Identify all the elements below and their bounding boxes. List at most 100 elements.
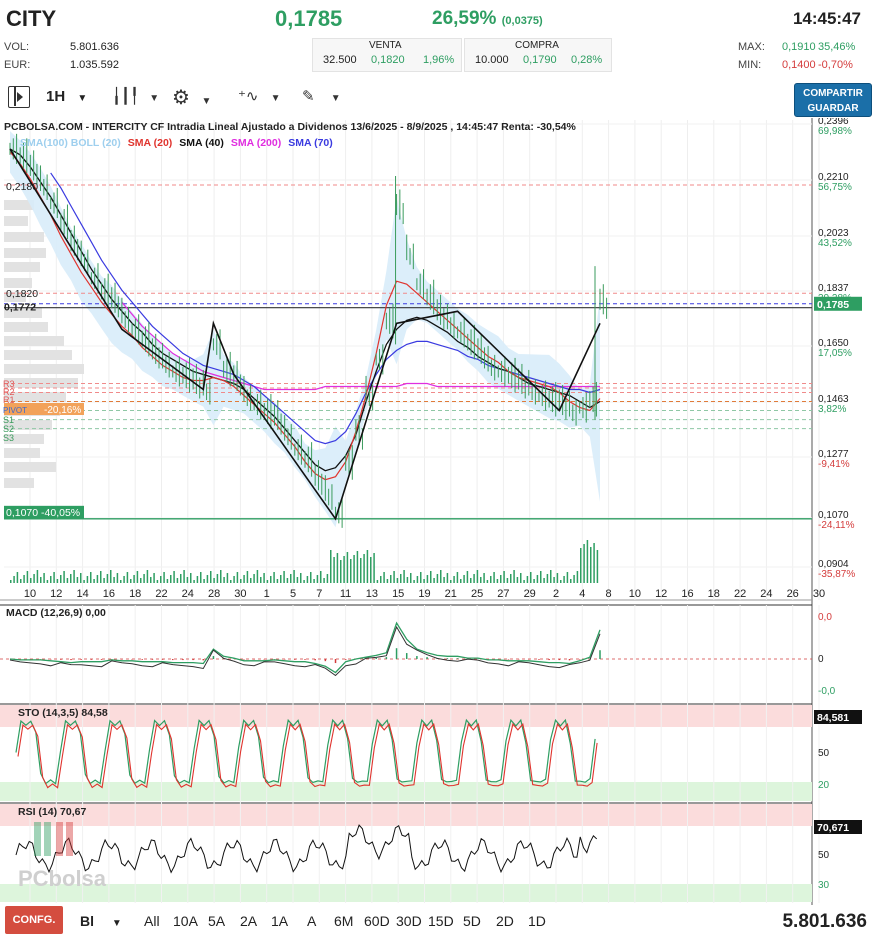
period-button-2d[interactable]: 2D <box>496 913 514 929</box>
period-button-60d[interactable]: 60D <box>364 913 390 929</box>
volume-bar <box>560 580 562 583</box>
pct-tick-label: 43,52% <box>818 238 852 249</box>
rsi-oversold-zone <box>0 884 812 902</box>
volume-bar <box>286 578 289 583</box>
volume-bar <box>143 574 145 583</box>
volume-bar <box>10 580 12 583</box>
period-button-5a[interactable]: 5A <box>208 913 225 929</box>
volume-bar <box>60 575 62 583</box>
volume-bar <box>170 575 172 583</box>
volume-bar <box>233 576 235 583</box>
legend-item: SMA (40) <box>179 137 224 149</box>
chart-title: PCBOLSA.COM - INTERCITY CF Intradia Line… <box>4 121 576 133</box>
chart-type-button[interactable]: ╽┃╿ ▼ <box>112 87 159 105</box>
period-button-2a[interactable]: 2A <box>240 913 257 929</box>
volume-bar <box>260 577 262 583</box>
volume-bar <box>396 578 399 583</box>
period-button-10a[interactable]: 10A <box>173 913 198 929</box>
x-tick-label: 10 <box>629 588 641 600</box>
pivot-label: PIVOT <box>3 406 27 415</box>
volume-profile-bar <box>4 232 44 242</box>
indicators-button[interactable]: ⁺∿ ▼ <box>238 87 281 105</box>
level-label: 0,1820 <box>6 288 38 300</box>
volume-bar <box>33 574 35 583</box>
volume-profile-bar <box>4 462 56 472</box>
volume-bar <box>480 577 482 583</box>
period-button-30d[interactable]: 30D <box>396 913 422 929</box>
volume-bar <box>226 573 229 583</box>
volume-bar <box>126 572 129 583</box>
period-button-a[interactable]: A <box>307 913 316 929</box>
volume-bar <box>583 544 585 583</box>
volume-bar <box>153 573 155 583</box>
volume-bar <box>400 574 402 583</box>
sell-label: VENTA <box>369 40 402 51</box>
volume-bar <box>546 574 549 583</box>
volume-bar <box>86 576 89 583</box>
volume-bar <box>230 580 232 583</box>
volume-bar <box>473 574 475 583</box>
period-button-all[interactable]: All <box>144 913 160 929</box>
volume-bar <box>160 576 162 583</box>
eur-label: EUR: <box>4 59 31 71</box>
volume-bar <box>43 573 45 583</box>
volume-bar <box>346 552 349 583</box>
interval-select[interactable]: 1H ▼ <box>46 88 87 105</box>
volume-bar <box>436 574 439 583</box>
volume-bar <box>563 576 565 583</box>
volume-bar <box>273 572 275 583</box>
max-label: MAX: <box>738 41 765 53</box>
volume-bar <box>393 571 395 583</box>
volume-profile-bar <box>4 322 48 332</box>
volume-bar <box>250 578 252 583</box>
period-button-6m[interactable]: 6M <box>334 913 353 929</box>
sell-qty: 32.500 <box>323 54 357 66</box>
period-button-1a[interactable]: 1A <box>271 913 288 929</box>
scale-select[interactable]: Bl ▼ <box>80 913 122 929</box>
volume-bar <box>276 579 279 583</box>
candles-icon: ╽┃╿ <box>112 88 140 105</box>
volume-bar <box>566 572 569 583</box>
x-tick-label: 11 <box>340 588 351 600</box>
volume-bar <box>26 571 29 583</box>
volume-bar <box>206 575 209 583</box>
buy-box: COMPRA 10.000 0,1790 0,28% <box>464 38 612 72</box>
min-pct: -0,70% <box>818 59 853 71</box>
config-button[interactable]: CONFG. <box>5 906 63 934</box>
eur-value: 1.035.592 <box>70 59 119 71</box>
period-button-1d[interactable]: 1D <box>528 913 546 929</box>
macd-axis-label: -0,0 <box>818 686 836 697</box>
volume-bar <box>536 575 539 583</box>
volume-bar <box>20 579 22 583</box>
volume-bar <box>256 570 259 583</box>
volume-bar <box>196 576 199 583</box>
x-tick-label: 22 <box>155 588 167 600</box>
sell-price: 0,1820 <box>371 54 405 66</box>
pencil-icon: ✎ <box>302 88 315 105</box>
volume-bar <box>423 579 425 583</box>
sidebar-toggle-icon[interactable] <box>8 86 30 108</box>
volume-bar <box>490 576 492 583</box>
volume-bar <box>523 580 525 583</box>
volume-bar <box>63 571 65 583</box>
buy-qty: 10.000 <box>475 54 509 66</box>
volume-bar <box>460 579 462 583</box>
share-save-button[interactable]: COMPARTIR GUARDAR <box>794 83 872 117</box>
volume-bar <box>466 571 469 583</box>
chart-area[interactable]: 10 12 14 16 18 22 24 28 30 1 5 7 11 13 15 19 21 25 27 29 2 4 8… <box>0 118 879 905</box>
settings-button[interactable]: ⚙ ▼ <box>172 85 211 110</box>
drawing-tools-button[interactable]: ✎ ▼ <box>302 87 341 105</box>
volume-bar <box>380 576 382 583</box>
legend-item: SMA (70) <box>288 137 333 149</box>
period-button-15d[interactable]: 15D <box>428 913 454 929</box>
x-tick-label: 8 <box>606 588 612 600</box>
pct-tick-label: -35,87% <box>818 569 855 580</box>
volume-bar <box>310 572 312 583</box>
period-button-5d[interactable]: 5D <box>463 913 481 929</box>
volume-bar <box>296 577 299 583</box>
volume-bar <box>113 577 115 583</box>
volume-bar <box>183 570 185 583</box>
volume-bar <box>203 579 205 583</box>
volume-bar <box>453 576 455 583</box>
x-tick-label: 10 <box>24 588 36 600</box>
